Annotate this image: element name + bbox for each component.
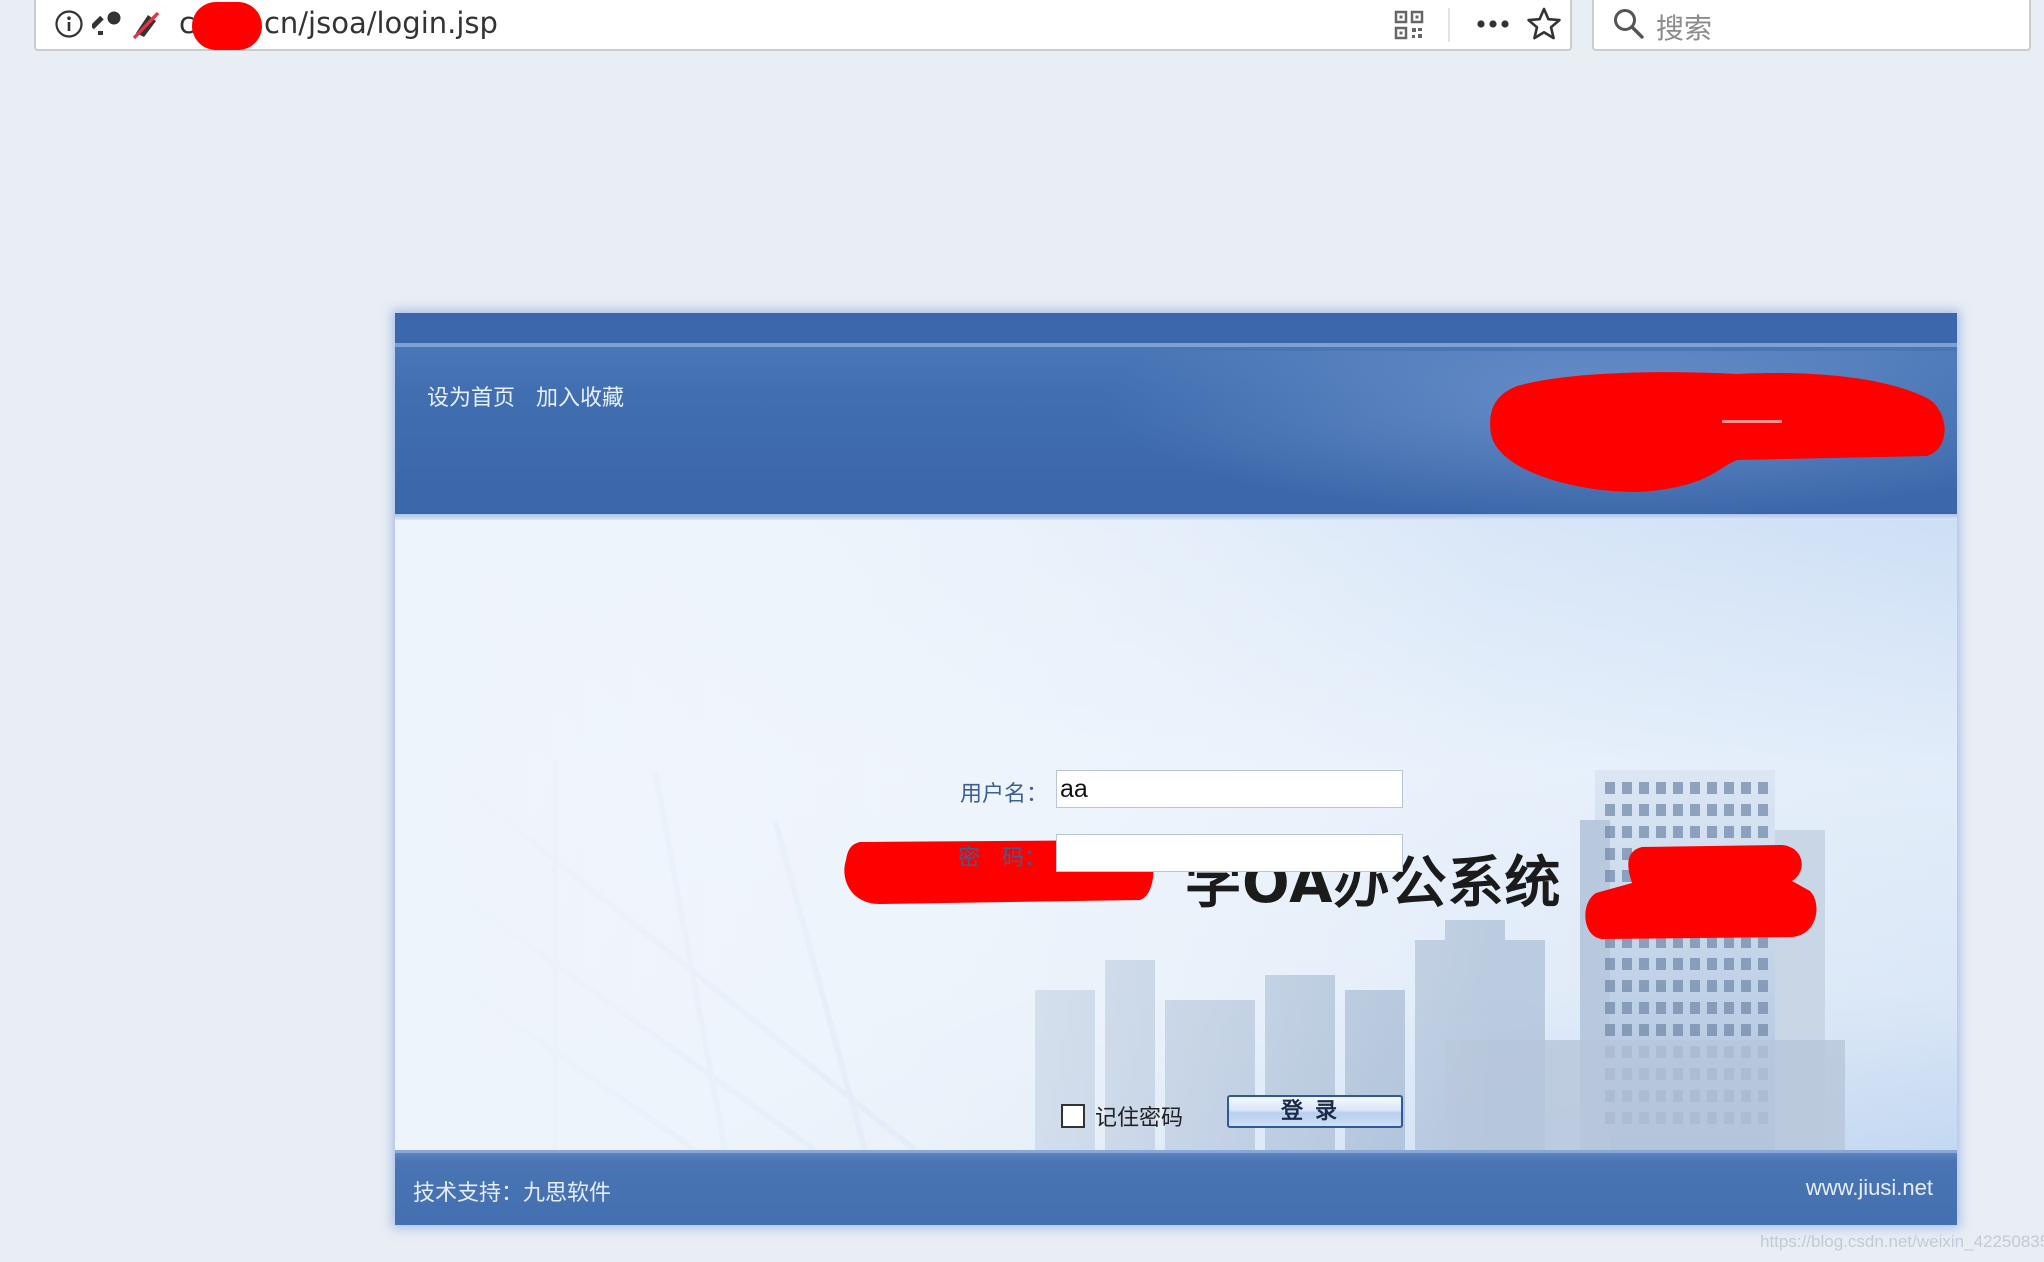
panel-header: 设为首页 加入收藏: [395, 313, 1957, 520]
username-label: 用户名：: [960, 782, 1049, 807]
tech-support-text: 技术支持：九思软件: [413, 1181, 612, 1206]
remember-checkbox[interactable]: [1061, 1104, 1085, 1128]
qr-code-icon[interactable]: [1394, 10, 1424, 40]
set-homepage-link[interactable]: 设为首页: [427, 386, 515, 411]
remember-label: 记住密码: [1095, 1106, 1184, 1131]
header-links: 设为首页 加入收藏: [427, 380, 638, 412]
panel-footer: 技术支持：九思软件 www.jiusi.net: [395, 1150, 1957, 1225]
add-favorite-link[interactable]: 加入收藏: [536, 386, 624, 411]
url-bar[interactable]: c cn/jsoa/login.jsp: [34, 0, 1572, 51]
redaction-mark: [192, 2, 262, 50]
more-icon[interactable]: [1474, 12, 1512, 36]
redaction-mark: [1585, 845, 1817, 939]
redaction-mark: [1490, 372, 1945, 492]
search-placeholder: 搜索: [1656, 12, 1713, 45]
bookmark-star-icon[interactable]: [1526, 6, 1562, 42]
toolbar-separator: [1448, 8, 1450, 42]
login-panel: 设为首页 加入收藏 学OA办公系统 用户名： aa 密 码： 记住密码 登录 技…: [395, 313, 1957, 1225]
login-button[interactable]: 登录: [1227, 1095, 1403, 1128]
login-body: 学OA办公系统 用户名： 密 码： 记住密码 登录: [395, 520, 1957, 1150]
password-label: 密 码：: [958, 846, 1047, 871]
watermark: https://blog.csdn.net/weixin_42250835: [1760, 1232, 2044, 1251]
password-input[interactable]: [1056, 834, 1403, 872]
remember-password[interactable]: 记住密码: [1061, 1100, 1183, 1132]
info-icon[interactable]: [54, 9, 84, 39]
blocked-media-icon[interactable]: [130, 9, 162, 41]
header-top-strip: [395, 313, 1957, 347]
vendor-site-link[interactable]: www.jiusi.net: [1806, 1175, 1933, 1201]
search-icon: [1614, 9, 1644, 39]
search-bar[interactable]: 搜索: [1592, 0, 2031, 51]
key-icon[interactable]: [92, 9, 124, 41]
username-input[interactable]: [1056, 770, 1403, 808]
